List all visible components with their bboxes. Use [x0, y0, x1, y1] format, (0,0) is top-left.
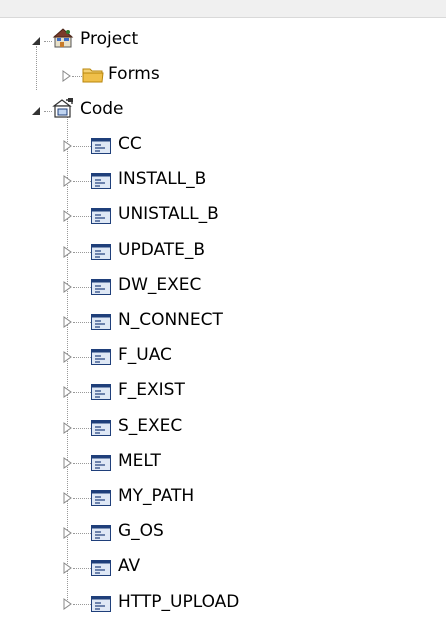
module-icon — [91, 138, 111, 154]
tree-connector — [73, 568, 91, 569]
tree-node-module[interactable]: DW_EXEC — [0, 268, 446, 303]
module-icon — [91, 455, 111, 471]
tree-node-module[interactable]: UNISTALL_B — [0, 197, 446, 232]
tree-node-label: UPDATE_B — [118, 240, 206, 260]
module-icon — [91, 349, 111, 365]
panel-header-strip — [0, 0, 446, 18]
tree-connector — [73, 287, 91, 288]
tree-node-module[interactable]: N_CONNECT — [0, 303, 446, 338]
tree-node-label: N_CONNECT — [118, 310, 223, 330]
tree-node-label: F_UAC — [118, 345, 172, 365]
tree-node-label: G_OS — [118, 521, 164, 541]
tree-connector — [73, 181, 91, 182]
tree-node-label: F_EXIST — [118, 380, 185, 400]
tree-connector — [44, 41, 52, 42]
tree-node-code[interactable]: Code — [0, 92, 446, 127]
folder-icon — [82, 68, 104, 83]
module-icon — [91, 525, 111, 541]
tree-node-module[interactable]: INSTALL_B — [0, 162, 446, 197]
project-explorer: Project Forms Code CC INSTALL_B UNISTALL… — [0, 0, 446, 626]
project-tree[interactable]: Project Forms Code CC INSTALL_B UNISTALL… — [0, 20, 446, 626]
tree-node-module[interactable]: HTTP_UPLOAD — [0, 585, 446, 620]
tree-node-module[interactable]: MY_PATH — [0, 479, 446, 514]
tree-node-module[interactable]: MELT — [0, 444, 446, 479]
tree-node-label: S_EXEC — [118, 416, 183, 436]
tree-connector — [73, 498, 91, 499]
tree-node-forms[interactable]: Forms — [0, 57, 446, 92]
module-icon — [91, 173, 111, 189]
module-icon — [91, 244, 111, 260]
tree-node-label: MELT — [118, 451, 161, 471]
tree-connector — [73, 252, 91, 253]
tree-node-label: HTTP_UPLOAD — [118, 592, 240, 612]
tree-node-module[interactable]: F_EXIST — [0, 373, 446, 408]
tree-node-label: Project — [80, 29, 139, 49]
tree-node-label: DW_EXEC — [118, 275, 202, 295]
module-icon — [91, 596, 111, 612]
tree-connector — [73, 463, 91, 464]
tree-node-module[interactable]: UPDATE_B — [0, 233, 446, 268]
module-icon — [91, 384, 111, 400]
tree-connector — [73, 322, 91, 323]
module-icon — [91, 208, 111, 224]
tree-node-project[interactable]: Project — [0, 22, 446, 57]
tree-node-label: CC — [118, 134, 142, 154]
tree-connector — [73, 216, 91, 217]
tree-connector — [73, 146, 91, 147]
module-icon — [91, 279, 111, 295]
module-icon — [91, 420, 111, 436]
module-icon — [91, 490, 111, 506]
tree-node-module[interactable]: G_OS — [0, 514, 446, 549]
tree-node-module[interactable]: S_EXEC — [0, 409, 446, 444]
tree-connector — [73, 428, 91, 429]
tree-node-label: INSTALL_B — [118, 169, 207, 189]
tree-node-label: Forms — [108, 64, 160, 84]
tree-node-module[interactable]: AV — [0, 549, 446, 584]
tree-connector — [73, 533, 91, 534]
module-icon — [91, 314, 111, 330]
triangle-expanded-icon[interactable] — [30, 35, 42, 47]
tree-node-module[interactable]: F_UAC — [0, 338, 446, 373]
code-icon — [52, 98, 73, 118]
module-icon — [91, 560, 111, 576]
tree-connector — [73, 604, 91, 605]
tree-connector — [73, 392, 91, 393]
tree-connector — [72, 76, 82, 77]
tree-connector — [44, 111, 52, 112]
tree-node-label: UNISTALL_B — [118, 204, 219, 224]
triangle-expanded-icon[interactable] — [30, 105, 42, 117]
tree-connector — [73, 357, 91, 358]
tree-node-label: MY_PATH — [118, 486, 195, 506]
tree-node-label: Code — [80, 99, 124, 119]
tree-node-module[interactable]: CC — [0, 127, 446, 162]
tree-node-label: AV — [118, 556, 141, 576]
project-icon — [52, 28, 74, 48]
